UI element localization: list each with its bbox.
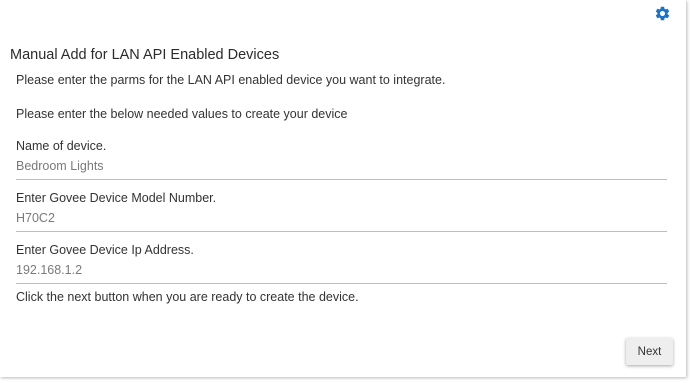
device-name-input[interactable] <box>16 157 667 175</box>
footer-text: Click the next button when you are ready… <box>16 290 359 304</box>
dialog: Manual Add for LAN API Enabled Devices P… <box>0 0 686 377</box>
ip-address-label: Enter Govee Device Ip Address. <box>16 243 194 257</box>
dialog-title: Manual Add for LAN API Enabled Devices <box>10 47 280 63</box>
ip-address-input[interactable] <box>16 261 667 279</box>
device-name-label: Name of device. <box>16 139 107 153</box>
model-number-label: Enter Govee Device Model Number. <box>16 191 217 205</box>
ip-address-field: Enter Govee Device Ip Address. <box>16 243 667 284</box>
gear-icon[interactable] <box>654 5 671 22</box>
intro-text: Please enter the parms for the LAN API e… <box>16 73 446 87</box>
instructions-text: Please enter the below needed values to … <box>16 107 348 121</box>
model-number-field: Enter Govee Device Model Number. <box>16 191 667 232</box>
model-number-input[interactable] <box>16 209 667 227</box>
device-name-field: Name of device. <box>16 139 667 180</box>
next-button[interactable]: Next <box>626 338 673 365</box>
